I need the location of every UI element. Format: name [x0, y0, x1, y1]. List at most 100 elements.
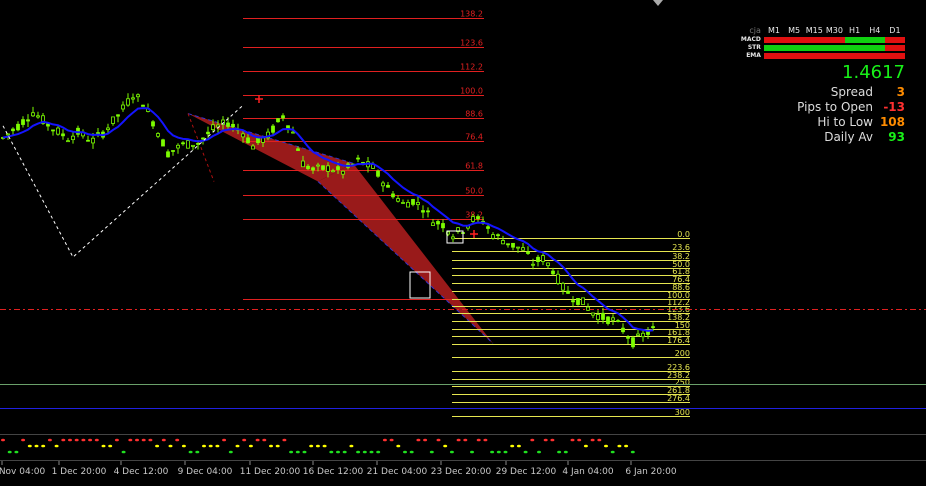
- signal-dot: [295, 450, 300, 454]
- candle-body: [226, 122, 230, 127]
- candle-body: [576, 298, 580, 305]
- signal-dot: [81, 438, 86, 442]
- candle-body: [631, 337, 635, 348]
- indicator-cell-m1: [763, 44, 785, 51]
- timeframe-d1: D1: [889, 25, 901, 35]
- signal-dot: [242, 438, 247, 442]
- candle-body: [36, 115, 40, 118]
- candle-body: [211, 124, 215, 130]
- x-tick-label: 4 Jan 04:00: [562, 467, 614, 477]
- indicator-cell-m1: [763, 36, 785, 43]
- signal-dot: [309, 444, 314, 448]
- candle-body: [231, 123, 235, 128]
- candle-body: [46, 123, 50, 127]
- candle-body: [651, 326, 655, 329]
- signal-dot: [101, 444, 106, 448]
- fib-lower-label: 300: [675, 408, 690, 417]
- candle-body: [426, 210, 430, 213]
- candle-body: [436, 221, 440, 225]
- candle-body: [386, 184, 390, 188]
- candle-body: [306, 165, 310, 170]
- x-tick-label: Nov 04:00: [0, 467, 45, 477]
- signal-dot: [54, 444, 59, 448]
- indicator-cell-d1: [884, 36, 905, 43]
- indicator-cell-m30: [824, 52, 845, 59]
- candle-body: [181, 142, 185, 145]
- candle-body: [486, 226, 490, 229]
- x-tick-label: 11 Dec 20:00: [240, 467, 301, 477]
- signal-dot: [496, 450, 501, 454]
- symbol-label: cja: [749, 25, 761, 35]
- signal-dot: [403, 450, 407, 454]
- signal-dot: [175, 438, 180, 442]
- candle-body: [86, 139, 90, 142]
- timeframe-header: cja M1 M5 M15 M30 H1 H4 D1: [735, 24, 905, 36]
- signal-dot: [34, 444, 39, 448]
- signal-dot: [516, 444, 521, 448]
- signal-dot: [41, 444, 46, 448]
- candle-body: [496, 234, 500, 237]
- fib-lower-label: 176.4: [667, 336, 690, 345]
- timeframe-h1: H1: [849, 25, 861, 35]
- signal-dot: [228, 450, 233, 454]
- signal-dot: [510, 444, 515, 448]
- signal-dot: [61, 438, 66, 442]
- signal-dot: [215, 444, 220, 448]
- signal-dot: [74, 438, 79, 442]
- indicator-cell-m5: [784, 36, 805, 43]
- chart-shift-arrow-icon[interactable]: [653, 0, 663, 6]
- signal-dot: [503, 450, 508, 454]
- candle-body: [316, 164, 320, 167]
- timeframe-m1: M1: [767, 25, 780, 35]
- indicator-cell-h1: [844, 36, 865, 43]
- signal-dot: [369, 450, 374, 454]
- signal-dot: [563, 450, 568, 454]
- signal-dot: [275, 444, 280, 448]
- signal-dot: [336, 450, 340, 454]
- candle-body: [566, 290, 570, 294]
- stat-value: 108: [879, 114, 905, 129]
- signal-dot: [583, 444, 588, 448]
- signal-dot: [590, 438, 595, 442]
- candle-body: [636, 333, 640, 336]
- signal-dot: [248, 444, 253, 448]
- candle-body: [71, 135, 75, 141]
- indicator-name: MACD: [740, 36, 761, 43]
- candle-body: [126, 98, 130, 106]
- candle-body: [136, 94, 140, 98]
- candle-body: [276, 118, 280, 123]
- candle-body: [176, 144, 180, 149]
- candle-body: [11, 128, 15, 132]
- signal-dot: [141, 438, 146, 442]
- timeframe-m5: M5: [788, 25, 801, 35]
- signal-dot: [356, 450, 361, 454]
- candle-body: [491, 234, 495, 239]
- indicator-cell-m5: [784, 52, 805, 59]
- signal-dot: [604, 444, 608, 448]
- indicator-cell-d1: [884, 44, 905, 51]
- indicator-name: EMA: [746, 52, 761, 59]
- candle-body: [251, 145, 255, 150]
- timeframe-m30: M30: [825, 25, 843, 35]
- indicator-cell-m30: [824, 44, 845, 51]
- indicator-cell-h1: [844, 44, 865, 51]
- candle-body: [511, 242, 515, 248]
- indicator-cell-h1: [844, 52, 865, 59]
- indicator-cell-d1: [884, 52, 905, 59]
- candle-body: [501, 240, 505, 245]
- stat-value: 3: [896, 84, 905, 99]
- signal-dot: [121, 450, 126, 454]
- indicator-row-macd: MACD: [735, 36, 905, 43]
- candle-body: [196, 142, 200, 145]
- candle-body: [396, 198, 400, 202]
- candle-body: [521, 247, 525, 251]
- harmonic-pattern: [187, 113, 494, 344]
- candle-body: [311, 167, 315, 171]
- x-axis: Nov 04:00 1 Dec 20:00 4 Dec 12:00 9 Dec 04:…: [0, 461, 677, 477]
- signal-dot: [349, 444, 354, 448]
- fib-upper-label: 138.2: [460, 10, 483, 19]
- timeframe-m15: M15: [805, 25, 823, 35]
- candle-body: [281, 115, 285, 119]
- indicator-cell-h4: [864, 36, 885, 43]
- candle-body: [556, 273, 560, 284]
